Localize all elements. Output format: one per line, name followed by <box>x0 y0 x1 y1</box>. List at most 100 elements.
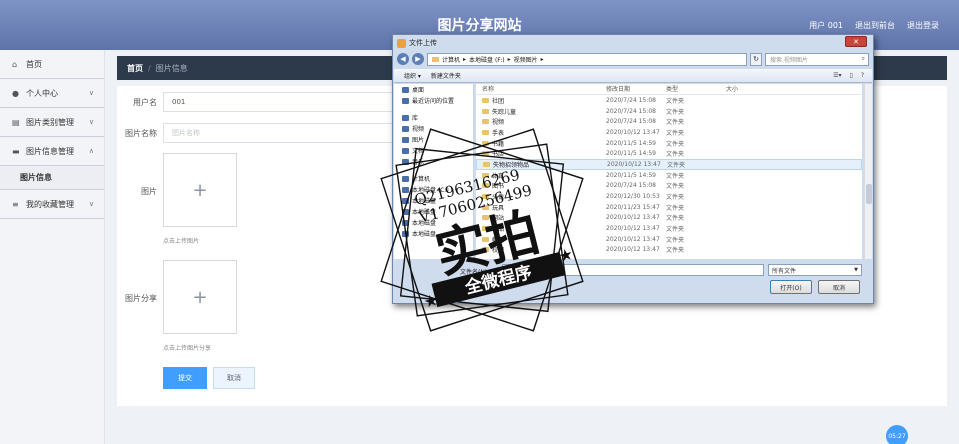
share-upload[interactable]: + <box>163 260 237 334</box>
location-icon <box>402 208 409 215</box>
category-icon: ▤ <box>12 117 20 127</box>
image-name-label: 图片名称 <box>125 129 157 138</box>
file-name: 头像 <box>492 194 505 202</box>
file-row[interactable]: 头像 2020/12/30 10:53 文件夹 <box>476 191 862 202</box>
navigation-pane: 桌面 最近访问的位置库视频 图片 文档 音乐 计算机 本地磁盘 (C:) 本地磁盘 本地磁盘 本地… <box>394 84 474 259</box>
chevron-down-icon: ∨ <box>88 200 94 208</box>
column-type[interactable]: 类型 <box>666 84 726 94</box>
nav-pane-item[interactable]: 本地磁盘 (C:) <box>394 184 473 195</box>
preview-pane-icon[interactable]: ▯ <box>850 72 853 79</box>
time-badge: 05:27 <box>886 425 908 444</box>
file-date: 2020/10/12 13:47 <box>606 225 660 233</box>
forward-icon[interactable]: ▶ <box>412 53 424 65</box>
nav-pane-item[interactable]: 桌面 <box>394 84 473 95</box>
logout-link[interactable]: 退出登录 <box>907 20 939 31</box>
help-icon[interactable]: ? <box>861 72 864 79</box>
home-icon: ⌂ <box>12 59 18 69</box>
nav-pane-item[interactable]: 图片 <box>394 134 473 145</box>
folder-icon <box>482 108 489 114</box>
submit-button[interactable]: 提交 <box>163 367 207 389</box>
nav-pane-item[interactable]: 库 <box>394 112 473 123</box>
chevron-down-icon: ∨ <box>88 89 94 97</box>
file-row[interactable]: 玩具 2020/11/23 15:47 文件夹 <box>476 202 862 213</box>
scroll-thumb[interactable] <box>866 184 872 204</box>
path-field[interactable]: 计算机 ▸ 本地磁盘 (F:) ▸ 视频图片 ▸ <box>427 52 747 66</box>
nav-pane-item[interactable]: 本地磁盘 <box>394 217 473 228</box>
file-list-scrollbar[interactable] <box>864 84 872 259</box>
organize-menu[interactable]: 组织 ▾ <box>404 71 421 80</box>
refresh-icon[interactable]: ↻ <box>750 52 762 66</box>
file-row[interactable]: 失物招领物品 2020/10/12 13:47 文件夹 <box>476 159 862 170</box>
open-button[interactable]: 打开(O) <box>770 280 812 294</box>
folder-icon <box>482 247 489 253</box>
file-row[interactable]: 视频 2020/7/24 15:08 文件夹 <box>476 116 862 127</box>
nav-pane-item[interactable]: 本地磁盘 <box>394 228 473 239</box>
file-row[interactable]: 物品 2020/10/12 13:47 文件夹 <box>476 223 862 234</box>
location-icon <box>402 114 409 121</box>
file-date: 2020/11/5 14:59 <box>606 139 656 147</box>
nav-pane-item[interactable]: 音乐 <box>394 156 473 167</box>
file-row[interactable]: 书店 2020/11/5 14:59 文件夹 <box>476 148 862 159</box>
image-name-field[interactable]: 图片名称 <box>163 123 393 143</box>
nav-pane-item[interactable]: 本地磁盘 <box>394 195 473 206</box>
view-options-icon[interactable]: ☰▾ <box>833 72 841 79</box>
file-row[interactable]: 图书 2020/7/24 15:08 文件夹 <box>476 181 862 192</box>
column-size[interactable]: 大小 <box>726 84 786 94</box>
file-name: 视频 <box>492 119 505 127</box>
new-folder-button[interactable]: 新建文件夹 <box>431 71 461 80</box>
back-icon[interactable]: ◀ <box>397 53 409 65</box>
file-row[interactable]: 手表 2020/10/12 13:47 文件夹 <box>476 127 862 138</box>
column-date[interactable]: 修改日期 <box>606 84 666 94</box>
file-name-cell: 鲜花 <box>476 235 606 244</box>
nav-pane-label: 本地磁盘 <box>412 198 437 205</box>
sidebar-item-profile[interactable]: ● 个人中心 ∨ <box>0 79 104 108</box>
path-segment[interactable]: 计算机 <box>442 55 460 64</box>
file-list-header: 名称 修改日期 类型 大小 <box>476 84 862 95</box>
file-type: 文件夹 <box>666 183 685 191</box>
file-type: 文件夹 <box>666 247 685 255</box>
nav-pane-item[interactable]: 文档 <box>394 145 473 156</box>
dialog-title-text: 文件上传 <box>409 39 437 47</box>
app-icon <box>397 38 406 48</box>
nav-pane-item[interactable]: 最近访问的位置 <box>394 95 473 106</box>
sidebar-item-favorites[interactable]: ≡ 我的收藏管理 ∨ <box>0 190 104 219</box>
sidebar-item-image-manage[interactable]: ▬ 图片信息管理 ∧ <box>0 137 104 166</box>
current-user-link[interactable]: 用户 001 <box>809 20 843 31</box>
file-row[interactable]: 社团 2020/7/24 15:08 文件夹 <box>476 95 862 106</box>
file-name-cell: 玩具 <box>476 203 606 212</box>
sidebar-item-home[interactable]: ⌂ 首页 <box>0 50 104 79</box>
path-segment[interactable]: 本地磁盘 (F:) <box>469 55 505 64</box>
nav-pane-item[interactable]: 本地磁盘 <box>394 206 473 217</box>
close-button[interactable]: ✕ <box>845 36 867 47</box>
file-row[interactable]: 失踪儿童 2020/7/24 15:08 文件夹 <box>476 106 862 117</box>
dialog-search-input[interactable]: 搜索 视频图片 ⌕ <box>765 52 869 66</box>
file-name: 失物招领物品 <box>493 161 530 169</box>
exit-to-frontend-link[interactable]: 退出到前台 <box>855 20 895 31</box>
location-icon <box>402 219 409 226</box>
username-field[interactable]: 001 <box>163 92 393 112</box>
chevron-down-icon: ▼ <box>854 267 858 273</box>
file-date: 2020/7/24 15:08 <box>606 96 656 104</box>
sidebar-subitem-image-info[interactable]: 图片信息 <box>0 166 104 190</box>
file-row[interactable]: 鲜花 2020/10/12 13:47 文件夹 <box>476 234 862 245</box>
file-row[interactable]: 书籍 2020/11/5 14:59 文件夹 <box>476 138 862 149</box>
file-row[interactable]: 体育 2020/11/5 14:59 文件夹 <box>476 170 862 181</box>
filetype-select[interactable]: 所有文件 ▼ <box>768 264 862 276</box>
dialog-cancel-button[interactable]: 取消 <box>818 280 860 294</box>
dialog-footer: 文件名(N): 所有文件 ▼ 打开(O) 取消 <box>394 261 872 303</box>
cancel-button[interactable]: 取消 <box>213 367 255 389</box>
image-upload[interactable]: + <box>163 153 237 227</box>
nav-pane-item[interactable]: 计算机 <box>394 173 473 184</box>
nav-pane-item[interactable]: 视频 <box>394 123 473 134</box>
nav-pane-label: 本地磁盘 (C:) <box>412 187 449 194</box>
path-segment[interactable]: 视频图片 <box>514 55 538 64</box>
file-type: 文件夹 <box>666 140 685 148</box>
filename-input[interactable] <box>502 264 764 276</box>
file-row[interactable]: 校园 2020/10/12 13:47 文件夹 <box>476 245 862 256</box>
column-name[interactable]: 名称 <box>476 84 606 94</box>
breadcrumb-home[interactable]: 首页 <box>127 63 143 74</box>
file-type: 文件夹 <box>666 236 685 244</box>
file-row[interactable]: 网站 2020/10/12 13:47 文件夹 <box>476 213 862 224</box>
sidebar-item-category[interactable]: ▤ 图片类别管理 ∨ <box>0 108 104 137</box>
location-icon <box>402 175 409 182</box>
